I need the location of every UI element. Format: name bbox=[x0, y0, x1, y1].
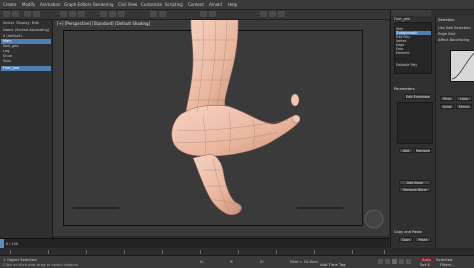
edge-distance-checkbox[interactable]: Edge Dist bbox=[438, 32, 455, 36]
rect-select-icon[interactable] bbox=[78, 11, 85, 17]
undo-icon[interactable] bbox=[3, 11, 10, 17]
command-panel: Foot_geo Modifier List Skin Turbosmooth … bbox=[390, 10, 474, 248]
stack-item[interactable]: Element bbox=[396, 51, 431, 55]
go-to-start-icon[interactable] bbox=[378, 259, 383, 264]
add-bone-button[interactable]: Add Bone bbox=[399, 180, 431, 185]
menu-arnold[interactable]: Arnold bbox=[209, 2, 222, 7]
grid-size: Grid = 10.0cm bbox=[290, 259, 318, 264]
column-header[interactable]: Name (Sorted Ascending) bbox=[3, 28, 49, 33]
rotate-icon[interactable] bbox=[109, 11, 116, 17]
menu-civil-view[interactable]: Civil View bbox=[118, 2, 137, 7]
snap-icon[interactable] bbox=[150, 11, 157, 17]
modifier-stack: Skin Turbosmooth Edit Poly Vertex Edge F… bbox=[394, 22, 432, 74]
add-time-tag-button[interactable]: Add Time Tag bbox=[320, 262, 345, 267]
y-coordinate[interactable]: Y: bbox=[230, 259, 233, 264]
add-button[interactable]: Add bbox=[399, 148, 413, 153]
menu-create[interactable]: Create bbox=[3, 2, 16, 7]
menu-content[interactable]: Content bbox=[188, 2, 204, 7]
falloff-curve bbox=[451, 52, 474, 80]
menu-modify[interactable]: Modify bbox=[22, 2, 35, 7]
prompt-hint: Click or click-and-drag to select object… bbox=[3, 262, 78, 267]
shrink-button[interactable]: Shrink bbox=[456, 104, 472, 109]
stack-item[interactable]: Editable Poly bbox=[396, 63, 431, 67]
render-setup-icon[interactable] bbox=[269, 11, 276, 17]
remove-bone-button[interactable]: Remove Bone bbox=[399, 187, 431, 192]
bone-list[interactable] bbox=[397, 102, 433, 144]
tab-select[interactable]: Select bbox=[3, 21, 14, 25]
move-icon[interactable] bbox=[100, 11, 107, 17]
next-frame-icon[interactable] bbox=[399, 259, 404, 264]
viewcube-icon[interactable] bbox=[363, 208, 385, 230]
use-soft-selection-checkbox[interactable]: Use Soft Selection bbox=[438, 26, 471, 30]
mirror-icon[interactable] bbox=[200, 11, 207, 17]
copy-button[interactable]: Copy bbox=[399, 237, 413, 242]
track-bar[interactable] bbox=[0, 248, 389, 255]
z-coordinate[interactable]: Z: bbox=[260, 259, 264, 264]
material-editor-icon[interactable] bbox=[260, 11, 267, 17]
falloff-curve-graph bbox=[450, 50, 474, 82]
paste-button[interactable]: Paste bbox=[415, 237, 431, 242]
go-to-end-icon[interactable] bbox=[406, 259, 411, 264]
list-item[interactable]: Foot_geo bbox=[1, 66, 51, 71]
unlink-icon[interactable] bbox=[33, 11, 40, 17]
align-icon[interactable] bbox=[209, 11, 216, 17]
link-icon[interactable] bbox=[24, 11, 31, 17]
rollout-copy-paste[interactable]: Copy and Paste bbox=[394, 230, 422, 234]
frame-counter: 0 / 100 bbox=[6, 242, 18, 246]
play-icon[interactable] bbox=[392, 259, 397, 264]
rollout-parameters[interactable]: Parameters bbox=[394, 87, 415, 91]
menu-help[interactable]: Help bbox=[228, 2, 237, 7]
menu-scripting[interactable]: Scripting bbox=[165, 2, 183, 7]
x-coordinate[interactable]: X: bbox=[200, 259, 204, 264]
set-key-button[interactable]: Set K. bbox=[420, 262, 431, 267]
ring-button[interactable]: Ring bbox=[440, 96, 454, 101]
menu-bar: Create Modify Animation Graph Editors Re… bbox=[0, 0, 474, 10]
tab-edit[interactable]: Edit bbox=[32, 21, 39, 25]
angle-snap-icon[interactable] bbox=[159, 11, 166, 17]
remove-button[interactable]: Remove bbox=[415, 148, 431, 153]
menu-rendering[interactable]: Rendering bbox=[93, 2, 113, 7]
perspective-viewport[interactable]: [+] [Perspective] [Standard] [Default Sh… bbox=[53, 20, 389, 236]
rollout-selection[interactable]: Selection bbox=[438, 18, 455, 22]
redo-icon[interactable] bbox=[12, 11, 19, 17]
menu-animation[interactable]: Animation bbox=[40, 2, 60, 7]
list-item[interactable]: Sole bbox=[3, 59, 11, 64]
edit-envelopes-button[interactable]: Edit Envelopes bbox=[405, 94, 431, 99]
soft-selection-panel: Selection Use Soft Selection Edge Dist A… bbox=[435, 16, 474, 248]
menu-customize[interactable]: Customize bbox=[141, 2, 162, 7]
select-icon[interactable] bbox=[60, 11, 67, 17]
scene-explorer-tabs: Select Display Edit bbox=[3, 21, 39, 26]
scene-explorer: Select Display Edit Name (Sorted Ascendi… bbox=[0, 20, 53, 248]
loop-button[interactable]: Loop bbox=[456, 96, 472, 101]
scale-icon[interactable] bbox=[118, 11, 125, 17]
select-by-name-icon[interactable] bbox=[69, 11, 76, 17]
key-filters-button[interactable]: Filters... bbox=[440, 262, 455, 267]
foot-mesh[interactable] bbox=[53, 20, 389, 236]
previous-frame-icon[interactable] bbox=[385, 259, 390, 264]
tab-display[interactable]: Display bbox=[16, 21, 29, 25]
render-icon[interactable] bbox=[278, 11, 285, 17]
status-bar: 1 Object Selected Click or click-and-dra… bbox=[0, 255, 474, 268]
menu-graph-editors[interactable]: Graph Editors bbox=[64, 2, 91, 7]
grow-button[interactable]: Grow bbox=[440, 104, 454, 109]
affect-backfacing-checkbox[interactable]: Affect Backfacing bbox=[438, 38, 469, 42]
command-panel-tabs[interactable] bbox=[391, 10, 431, 16]
